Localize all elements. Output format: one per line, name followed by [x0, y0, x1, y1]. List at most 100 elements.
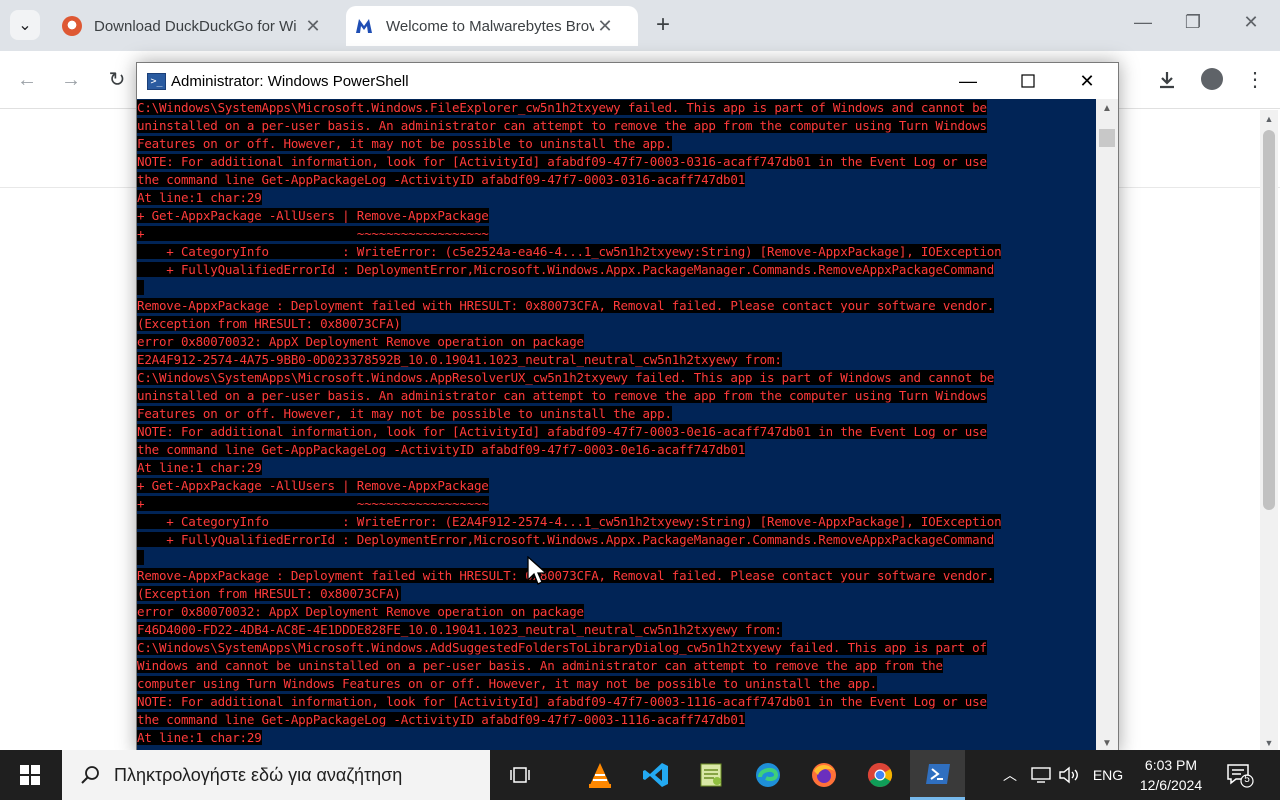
console-line: Remove-AppxPackage : Deployment failed w…	[137, 297, 1096, 315]
console-line: (Exception from HRESULT: 0x80073CFA)	[137, 585, 1096, 603]
powershell-close-button[interactable]: ✕	[1064, 67, 1110, 95]
download-icon[interactable]	[1152, 65, 1182, 95]
powershell-title: Administrator: Windows PowerShell	[171, 73, 409, 90]
windows-logo-icon	[20, 765, 40, 785]
vscode-button[interactable]	[631, 750, 681, 800]
search-icon	[80, 765, 100, 785]
browser-restore-button[interactable]: ❐	[1178, 12, 1208, 38]
menu-kebab-icon[interactable]: ⋮	[1240, 65, 1270, 95]
console-line-text: error 0x80070032: AppX Deployment Remove…	[137, 334, 584, 349]
powershell-minimize-button[interactable]: —	[945, 67, 991, 95]
console-line-text: C:\Windows\SystemApps\Microsoft.Windows.…	[137, 640, 987, 655]
console-line-text: + ~~~~~~~~~~~~~~~~~~	[137, 496, 489, 511]
console-line: + Get-AppxPackage -AllUsers | Remove-App…	[137, 207, 1096, 225]
console-line: + CategoryInfo : WriteError: (E2A4F912-2…	[137, 513, 1096, 531]
start-button[interactable]	[0, 750, 60, 800]
scroll-up-arrow-icon[interactable]: ▲	[1096, 103, 1118, 114]
taskbar-search-box[interactable]: Πληκτρολογήστε εδώ για αναζήτηση	[62, 750, 490, 800]
console-line-text: NOTE: For additional information, look f…	[137, 424, 987, 439]
console-line: At line:1 char:29	[137, 189, 1096, 207]
console-line: the command line Get-AppPackageLog -Acti…	[137, 171, 1096, 189]
network-icon[interactable]	[1028, 750, 1054, 800]
search-placeholder: Πληκτρολογήστε εδώ για αναζήτηση	[114, 764, 403, 785]
console-line: the command line Get-AppPackageLog -Acti…	[137, 441, 1096, 459]
console-line: E2A4F912-2574-4A75-9BB0-0D023378592B_10.…	[137, 351, 1096, 369]
console-line: At line:1 char:29	[137, 729, 1096, 747]
notification-center-button[interactable]: 5	[1226, 762, 1254, 788]
console-line-text: the command line Get-AppPackageLog -Acti…	[137, 712, 746, 727]
console-line: (Exception from HRESULT: 0x80073CFA)	[137, 315, 1096, 333]
vlc-button[interactable]	[575, 750, 625, 800]
notepad-plus-plus-button[interactable]	[686, 750, 736, 800]
task-view-button[interactable]	[495, 750, 545, 800]
tab-malwarebytes[interactable]: Welcome to Malwarebytes Brov ✕	[346, 6, 638, 46]
console-line-text: uninstalled on a per-user basis. An admi…	[137, 118, 987, 133]
malwarebytes-icon	[354, 16, 374, 36]
console-line-text: NOTE: For additional information, look f…	[137, 694, 987, 709]
clock-time: 6:03 PM	[1144, 757, 1198, 773]
powershell-window-icon: >_	[147, 73, 166, 90]
notepad-plus-plus-icon	[700, 763, 722, 787]
powershell-scrollbar[interactable]: ▲ ▼	[1096, 99, 1118, 753]
console-line-text: + FullyQualifiedErrorId : DeploymentErro…	[137, 532, 995, 547]
powershell-console[interactable]: C:\Windows\SystemApps\Microsoft.Windows.…	[137, 99, 1096, 753]
edge-button[interactable]	[743, 750, 793, 800]
page-scroll-thumb[interactable]	[1263, 130, 1275, 510]
powershell-icon	[925, 763, 950, 784]
console-line: computer using Turn Windows Features on …	[137, 675, 1096, 693]
profile-avatar-icon[interactable]	[1201, 68, 1223, 90]
console-line-text: uninstalled on a per-user basis. An admi…	[137, 388, 987, 403]
forward-icon[interactable]: →	[58, 67, 84, 93]
console-line-text: E2A4F912-2574-4A75-9BB0-0D023378592B_10.…	[137, 352, 782, 367]
chevron-down-icon: ⌄	[18, 17, 32, 34]
language-indicator[interactable]: ENG	[1088, 750, 1128, 800]
tab-title: Welcome to Malwarebytes Brov	[386, 17, 594, 35]
console-line-text	[137, 550, 145, 565]
show-hidden-icons-icon[interactable]: ︿	[998, 750, 1022, 800]
console-line-text: + Get-AppxPackage -AllUsers | Remove-App…	[137, 208, 489, 223]
console-line: the command line Get-AppPackageLog -Acti…	[137, 711, 1096, 729]
console-line-text: At line:1 char:29	[137, 730, 262, 745]
browser-minimize-button[interactable]: —	[1128, 12, 1158, 38]
volume-icon[interactable]	[1056, 750, 1082, 800]
chrome-button[interactable]	[855, 750, 905, 800]
console-line: + CategoryInfo : WriteError: (c5e2524a-e…	[137, 243, 1096, 261]
console-line: Features on or off. However, it may not …	[137, 135, 1096, 153]
scroll-down-arrow-icon[interactable]: ▼	[1260, 738, 1278, 748]
scroll-up-arrow-icon[interactable]: ▲	[1260, 114, 1278, 124]
powershell-maximize-button[interactable]	[1005, 67, 1051, 95]
console-line: error 0x80070032: AppX Deployment Remove…	[137, 333, 1096, 351]
vlc-icon	[589, 763, 611, 788]
console-line-text: the command line Get-AppPackageLog -Acti…	[137, 172, 746, 187]
console-line-text: (Exception from HRESULT: 0x80073CFA)	[137, 316, 401, 331]
console-line-text: Remove-AppxPackage : Deployment failed w…	[137, 568, 995, 583]
console-line-text: (Exception from HRESULT: 0x80073CFA)	[137, 586, 401, 601]
powershell-taskbar-button[interactable]	[910, 750, 965, 800]
reload-icon[interactable]: ↻	[104, 67, 130, 93]
console-line-text: + Get-AppxPackage -AllUsers | Remove-App…	[137, 478, 489, 493]
console-line: Remove-AppxPackage : Deployment failed w…	[137, 567, 1096, 585]
scroll-down-arrow-icon[interactable]: ▼	[1096, 738, 1118, 749]
new-tab-button[interactable]: +	[650, 12, 676, 38]
browser-close-button[interactable]: ✕	[1236, 12, 1266, 38]
tab-close-button[interactable]: ✕	[302, 16, 324, 37]
powershell-titlebar[interactable]: >_ Administrator: Windows PowerShell — ✕	[137, 63, 1118, 99]
console-line-text	[137, 280, 145, 295]
console-line-text: the command line Get-AppPackageLog -Acti…	[137, 442, 746, 457]
tab-search-dropdown[interactable]: ⌄	[10, 10, 40, 40]
console-line: + FullyQualifiedErrorId : DeploymentErro…	[137, 531, 1096, 549]
console-line: At line:1 char:29	[137, 459, 1096, 477]
taskbar-clock[interactable]: 6:03 PM 12/6/2024	[1126, 755, 1216, 795]
task-view-icon	[510, 767, 530, 783]
firefox-button[interactable]	[799, 750, 849, 800]
console-line: uninstalled on a per-user basis. An admi…	[137, 117, 1096, 135]
tab-duckduckgo[interactable]: Download DuckDuckGo for Wi ✕	[54, 6, 338, 46]
console-line-text: Windows and cannot be uninstalled on a p…	[137, 658, 943, 673]
tab-close-button[interactable]: ✕	[594, 16, 616, 37]
notification-count-badge: 5	[1244, 774, 1250, 785]
back-icon[interactable]: ←	[14, 67, 40, 93]
edge-icon	[756, 763, 780, 787]
page-scrollbar[interactable]: ▲ ▼	[1260, 110, 1278, 750]
powershell-scroll-thumb[interactable]	[1099, 129, 1115, 147]
console-line-text: Remove-AppxPackage : Deployment failed w…	[137, 298, 995, 313]
